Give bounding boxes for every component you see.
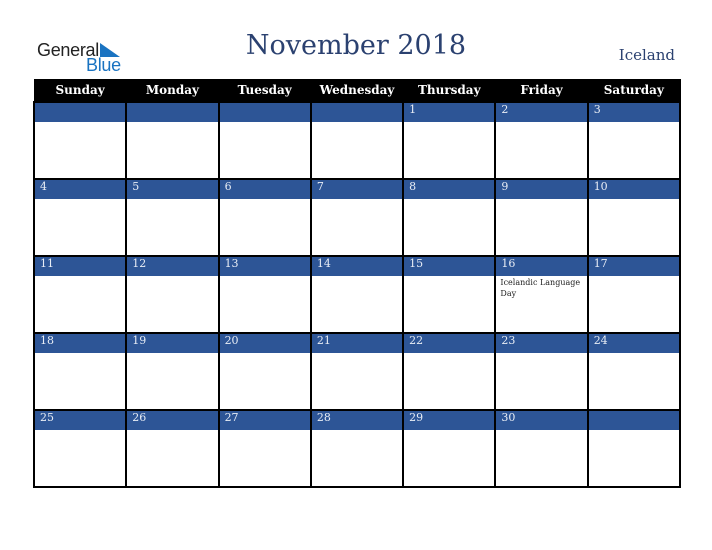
week-date-bar: 18 19 20 21 22 23 24 <box>32 332 682 353</box>
day-cell[interactable] <box>125 430 220 488</box>
day-cell[interactable] <box>494 199 589 256</box>
day-number: 17 <box>586 255 682 276</box>
day-cell[interactable] <box>402 122 497 179</box>
weekday-monday: Monday <box>125 79 220 102</box>
day-cell[interactable] <box>586 122 682 179</box>
day-number: 9 <box>494 178 589 199</box>
day-number: 24 <box>586 332 682 353</box>
week-row <box>32 430 682 488</box>
day-cell[interactable] <box>125 276 220 333</box>
day-cell[interactable]: Icelandic Language Day <box>494 276 589 333</box>
day-cell[interactable] <box>586 430 682 488</box>
week-row <box>32 353 682 410</box>
day-cell[interactable] <box>32 430 128 488</box>
day-cell[interactable] <box>586 353 682 410</box>
week-date-bar: 11 12 13 14 15 16 17 <box>32 255 682 276</box>
day-number: 30 <box>494 409 589 430</box>
day-number: 27 <box>217 409 312 430</box>
day-cell[interactable] <box>32 199 128 256</box>
day-number: 16 <box>494 255 589 276</box>
day-cell[interactable] <box>402 276 497 333</box>
day-cell[interactable] <box>125 353 220 410</box>
day-number: 7 <box>309 178 405 199</box>
day-cell[interactable] <box>217 199 312 256</box>
day-number <box>309 101 405 122</box>
day-cell[interactable] <box>586 276 682 333</box>
day-number <box>125 101 220 122</box>
day-cell[interactable] <box>494 353 589 410</box>
day-number: 4 <box>32 178 128 199</box>
day-cell[interactable] <box>125 199 220 256</box>
day-cell[interactable] <box>309 122 405 179</box>
holiday-label: Icelandic Language Day <box>500 278 581 298</box>
weekday-thursday: Thursday <box>402 79 496 102</box>
day-number <box>217 101 312 122</box>
day-number: 19 <box>125 332 220 353</box>
day-cell[interactable] <box>402 353 497 410</box>
day-number: 20 <box>217 332 312 353</box>
day-number: 18 <box>32 332 128 353</box>
day-cell[interactable] <box>217 276 312 333</box>
day-cell[interactable] <box>309 199 405 256</box>
week-row <box>32 199 682 256</box>
day-cell[interactable] <box>217 122 312 179</box>
weekday-saturday: Saturday <box>587 79 681 102</box>
day-number: 15 <box>402 255 497 276</box>
day-number: 28 <box>309 409 405 430</box>
day-cell[interactable] <box>32 122 128 179</box>
day-number <box>32 101 128 122</box>
day-number: 11 <box>32 255 128 276</box>
day-number: 21 <box>309 332 405 353</box>
weekday-friday: Friday <box>494 79 589 102</box>
weekday-wednesday: Wednesday <box>310 79 404 102</box>
week-date-bar: 4 5 6 7 8 9 10 <box>32 178 682 199</box>
page-title: November 2018 <box>245 30 467 61</box>
day-number <box>586 409 682 430</box>
day-cell[interactable] <box>494 430 589 488</box>
day-number: 22 <box>402 332 497 353</box>
day-number: 23 <box>494 332 589 353</box>
weekday-tuesday: Tuesday <box>218 79 312 102</box>
weekday-sunday: Sunday <box>33 79 127 102</box>
day-cell[interactable] <box>586 199 682 256</box>
day-cell[interactable] <box>217 353 312 410</box>
week-row: Icelandic Language Day <box>32 276 682 333</box>
week-date-bar: 123 <box>32 101 682 122</box>
day-number: 10 <box>586 178 682 199</box>
week-row <box>32 122 682 179</box>
day-number: 6 <box>217 178 312 199</box>
day-cell[interactable] <box>217 430 312 488</box>
day-number: 12 <box>125 255 220 276</box>
day-cell[interactable] <box>309 353 405 410</box>
day-number: 2 <box>494 101 589 122</box>
day-number: 8 <box>402 178 497 199</box>
weekday-header-row: Sunday Monday Tuesday Wednesday Thursday… <box>33 79 681 102</box>
day-number: 13 <box>217 255 312 276</box>
calendar-grid: Sunday Monday Tuesday Wednesday Thursday… <box>32 79 682 488</box>
day-cell[interactable] <box>32 353 128 410</box>
day-number: 25 <box>32 409 128 430</box>
day-number: 3 <box>586 101 682 122</box>
day-cell[interactable] <box>309 430 405 488</box>
day-number: 26 <box>125 409 220 430</box>
country-label: Iceland <box>618 46 675 64</box>
week-date-bar: 25 26 27 28 29 30 <box>32 409 682 430</box>
day-number: 5 <box>125 178 220 199</box>
day-number: 1 <box>402 101 497 122</box>
day-cell[interactable] <box>494 122 589 179</box>
day-cell[interactable] <box>402 430 497 488</box>
day-number: 14 <box>309 255 405 276</box>
day-cell[interactable] <box>402 199 497 256</box>
day-cell[interactable] <box>32 276 128 333</box>
day-cell[interactable] <box>309 276 405 333</box>
day-number: 29 <box>402 409 497 430</box>
day-cell[interactable] <box>125 122 220 179</box>
